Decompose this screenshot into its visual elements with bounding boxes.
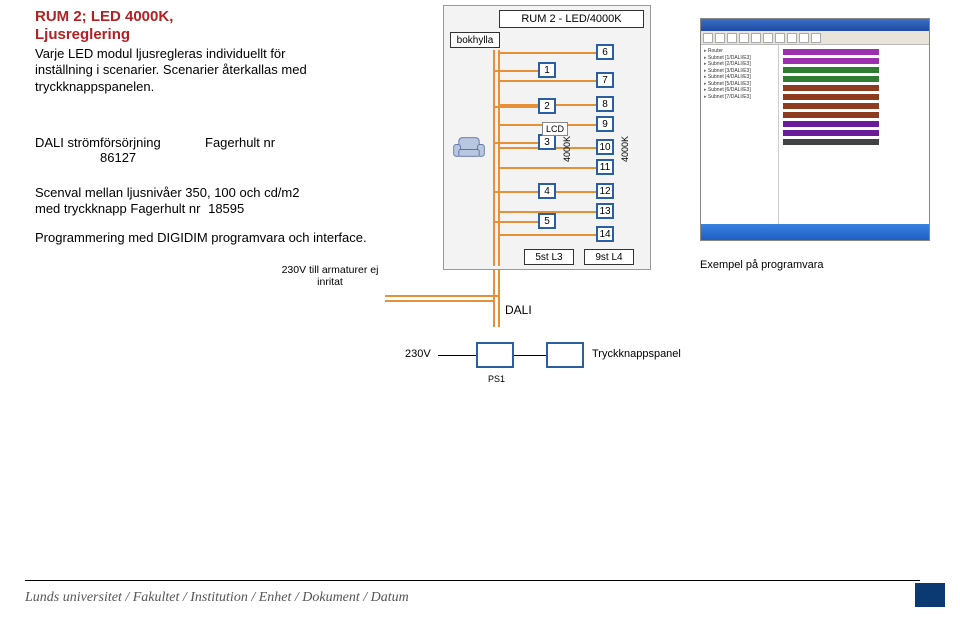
dali-label: DALI strömförsörjning: [35, 135, 205, 150]
lower-schematic: 230V PS1 Tryckknappspanel: [410, 340, 680, 390]
panel-label: Tryckknappspanel: [592, 348, 681, 360]
wire-horizontal-2: [385, 295, 498, 297]
ps1-box: [476, 342, 514, 368]
diagram-vlabel-right: 4000K: [620, 136, 630, 162]
panel-box: [546, 342, 584, 368]
diagram-box-4: 4: [538, 183, 556, 199]
software-screenshot: Router Subnet [1/DALI/E3] Subnet [2/DALI…: [700, 18, 930, 241]
armchair-icon: [452, 134, 486, 160]
software-taskbar: [701, 224, 929, 240]
diagram-box-2: 2: [538, 98, 556, 114]
scene-selection-block: Scenval mellan ljusnivåer 350, 100 och c…: [35, 185, 385, 218]
diagram-box-11: 11: [596, 159, 614, 175]
diagram-vlabel-left: 4000K: [562, 136, 572, 162]
software-tree: Router Subnet [1/DALI/E3] Subnet [2/DALI…: [701, 45, 779, 224]
diagram-bottom-left: 5st L3: [524, 249, 574, 265]
diagram-box-5: 5: [538, 213, 556, 229]
diagram-box-8: 8: [596, 96, 614, 112]
programming-block: Programmering med DIGIDIM programvara oc…: [35, 230, 385, 246]
software-toolbar: [701, 31, 929, 45]
diagram-bottom-right: 9st L4: [584, 249, 634, 265]
dali-supplier: Fagerhult nr: [205, 135, 305, 150]
heading-block: RUM 2; LED 4000K, Ljusreglering Varje LE…: [35, 8, 335, 95]
dali-number: 86127: [35, 150, 205, 165]
dali-power-block: DALI strömförsörjning Fagerhult nr 86127: [35, 135, 385, 165]
ps1-label: PS1: [488, 374, 505, 384]
diagram-box-13: 13: [596, 203, 614, 219]
diagram-box-14: 14: [596, 226, 614, 242]
heading-paragraph: Varje LED modul ljusregleras individuell…: [35, 46, 335, 95]
wire-vertical-2: [498, 270, 500, 327]
diagram-bookshelf: bokhylla: [450, 32, 500, 48]
diagram-box-3: 3: [538, 134, 556, 150]
diagram-title: RUM 2 - LED/4000K: [499, 10, 644, 28]
diagram-box-1: 1: [538, 62, 556, 78]
software-titlebar: [701, 19, 929, 31]
diagram-lcd: LCD: [542, 122, 568, 136]
room-diagram: RUM 2 - LED/4000K bokhylla 1 2 3 4 5 6 7…: [443, 5, 651, 270]
label-230v: 230V: [405, 348, 431, 360]
scenval-number: 18595: [204, 201, 244, 217]
footer-text: Lunds universitet / Fakultet / Instituti…: [25, 590, 409, 606]
dali-bus-label: DALI: [505, 303, 532, 317]
title-line-2: Ljusreglering: [35, 26, 335, 44]
diagram-box-6: 6: [596, 44, 614, 60]
scenval-line2a: med tryckknapp Fagerhult nr: [35, 201, 200, 216]
diagram-box-9: 9: [596, 116, 614, 132]
wire-horizontal-1: [385, 300, 495, 302]
footer-accent: [915, 583, 945, 607]
footer-divider: [25, 580, 920, 581]
title-line-1: RUM 2; LED 4000K,: [35, 8, 335, 26]
software-caption: Exempel på programvara: [700, 259, 824, 271]
diagram-box-12: 12: [596, 183, 614, 199]
note-230v: 230V till armaturer ej inritat: [275, 265, 385, 288]
software-chart: [779, 45, 929, 224]
diagram-box-7: 7: [596, 72, 614, 88]
scenval-line1: Scenval mellan ljusnivåer 350, 100 och c…: [35, 185, 385, 201]
wire-vertical-1: [493, 270, 495, 327]
diagram-box-10: 10: [596, 139, 614, 155]
tree-item: Subnet [7/DALI/E3]: [704, 94, 775, 101]
